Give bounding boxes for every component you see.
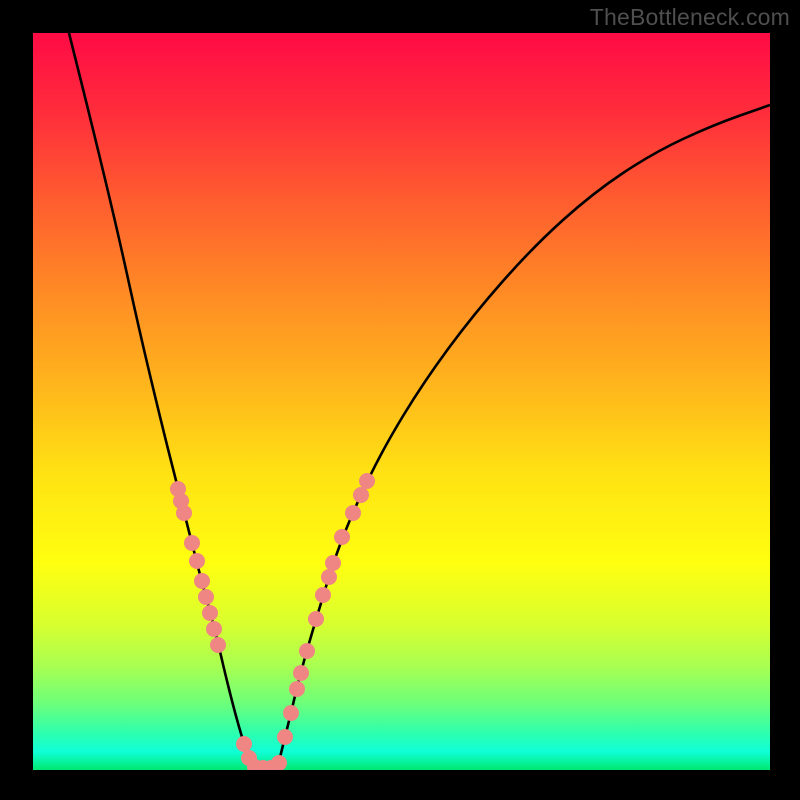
data-marker (359, 473, 375, 489)
data-marker (315, 587, 331, 603)
curve-layer (33, 33, 770, 770)
data-marker (189, 553, 205, 569)
data-marker (277, 729, 293, 745)
outer-frame: TheBottleneck.com (0, 0, 800, 800)
data-marker (308, 611, 324, 627)
data-marker (353, 487, 369, 503)
data-marker (206, 621, 222, 637)
data-marker (236, 736, 252, 752)
data-marker (283, 705, 299, 721)
curve-left (69, 33, 253, 770)
data-marker (176, 505, 192, 521)
data-marker (293, 665, 309, 681)
watermark-text: TheBottleneck.com (590, 4, 790, 31)
plot-area (33, 33, 770, 770)
data-marker (334, 529, 350, 545)
data-marker (325, 555, 341, 571)
data-markers (170, 473, 375, 770)
data-marker (289, 681, 305, 697)
data-marker (184, 535, 200, 551)
curve-right (277, 105, 770, 770)
data-marker (271, 755, 287, 770)
data-marker (202, 605, 218, 621)
data-marker (321, 569, 337, 585)
data-marker (345, 505, 361, 521)
data-marker (210, 637, 226, 653)
data-marker (194, 573, 210, 589)
data-marker (198, 589, 214, 605)
data-marker (299, 643, 315, 659)
